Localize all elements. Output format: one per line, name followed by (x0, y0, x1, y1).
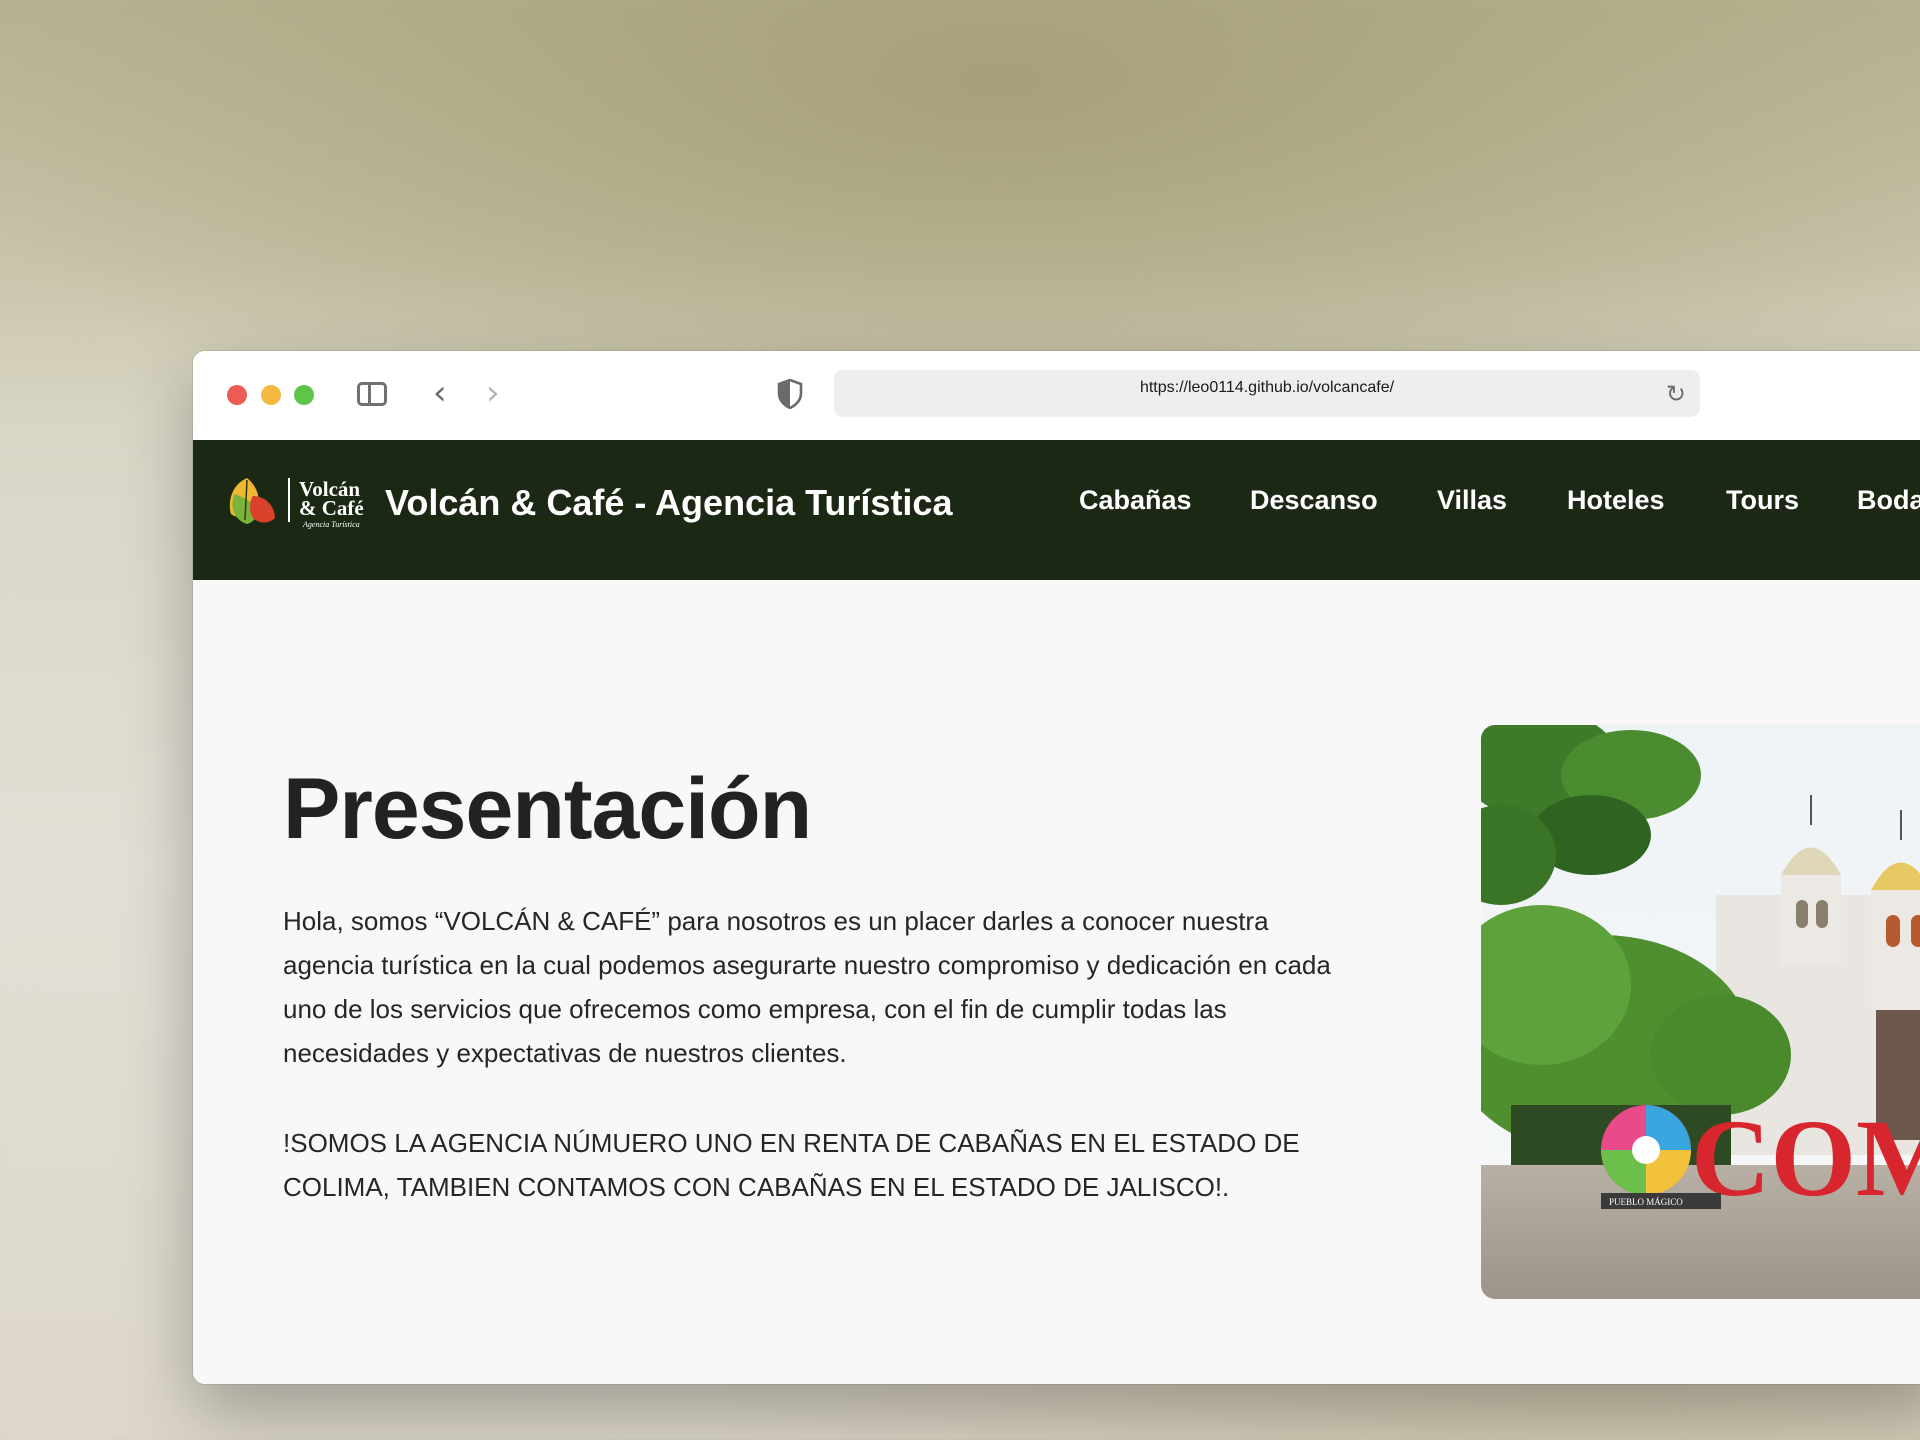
brand-title[interactable]: Volcán & Café - Agencia Turística (385, 482, 952, 524)
highlight-paragraph: !SOMOS LA AGENCIA NÚMUERO UNO EN RENTA D… (283, 1128, 1300, 1202)
nav-item-villas[interactable]: Villas (1437, 485, 1507, 516)
browser-window: ‹ › https://leo0114.github.io/volcancafe… (193, 351, 1920, 1384)
svg-text:Agencia Turística: Agencia Turística (302, 520, 360, 529)
site-header: Volcán & Café Agencia Turística Volcán &… (193, 440, 1920, 580)
nav-item-descanso[interactable]: Descanso (1250, 485, 1378, 516)
reload-icon[interactable]: ↻ (1666, 380, 1686, 408)
brand-logo[interactable]: Volcán & Café Agencia Turística (225, 470, 375, 530)
shield-icon[interactable] (777, 379, 803, 409)
nav-item-boda[interactable]: Boda (1857, 485, 1920, 516)
back-icon[interactable]: ‹ (433, 373, 447, 413)
town-square-photo: COM PUEBLO MÁGICO (1481, 725, 1920, 1299)
url-text: https://leo0114.github.io/volcancafe/ (1139, 379, 1395, 396)
address-bar[interactable]: https://leo0114.github.io/volcancafe/ ↻ (834, 370, 1700, 417)
svg-text:PUEBLO MÁGICO: PUEBLO MÁGICO (1609, 1197, 1683, 1207)
page-content: Presentación Hola, somos “VOLCÁN & CAFÉ”… (193, 580, 1920, 1384)
forward-icon[interactable]: › (486, 373, 500, 413)
close-window-button[interactable] (227, 385, 247, 405)
sidebar-icon[interactable] (357, 382, 387, 406)
nav-item-hoteles[interactable]: Hoteles (1567, 485, 1665, 516)
svg-text:COM: COM (1691, 1097, 1920, 1219)
nav-item-cabanas[interactable]: Cabañas (1079, 485, 1192, 516)
intro-paragraph: Hola, somos “VOLCÁN & CAFÉ” para nosotro… (283, 906, 1331, 1068)
zoom-window-button[interactable] (294, 385, 314, 405)
browser-toolbar: ‹ › https://leo0114.github.io/volcancafe… (193, 351, 1920, 441)
nav-item-tours[interactable]: Tours (1726, 485, 1799, 516)
minimize-window-button[interactable] (261, 385, 281, 405)
svg-text:& Café: & Café (299, 496, 364, 520)
page-title: Presentación (283, 761, 812, 857)
